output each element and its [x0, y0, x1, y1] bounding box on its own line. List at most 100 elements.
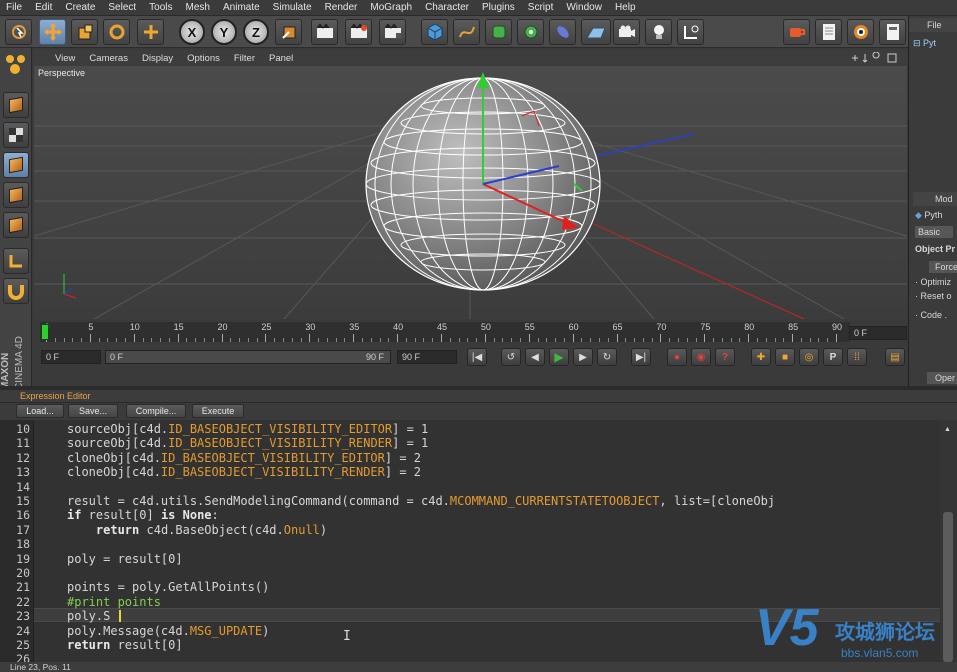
viewport-menu-filter[interactable]: Filter — [234, 53, 255, 64]
viewport-menu-cameras[interactable]: Cameras — [89, 53, 128, 64]
next-frame-icon[interactable]: ▶ — [573, 348, 593, 366]
autokey-icon[interactable]: ◉ — [691, 348, 711, 366]
force-update-button[interactable]: Force — [929, 261, 957, 273]
end-frame-field[interactable]: 90 F — [397, 350, 457, 364]
menu-window[interactable]: Window — [566, 2, 602, 13]
frame-range-slider[interactable]: 0 F 90 F — [105, 350, 391, 364]
menu-tools[interactable]: Tools — [149, 2, 172, 13]
previous-frame-icon[interactable]: ◀ — [525, 348, 545, 366]
timeline-playhead[interactable] — [41, 324, 49, 340]
code-line[interactable]: poly = result[0] — [67, 552, 183, 566]
code-line[interactable]: sourceObj[c4d.ID_BASEOBJECT_VISIBILITY_E… — [67, 422, 428, 436]
viewport-menu-options[interactable]: Options — [187, 53, 220, 64]
x-axis-button[interactable]: X — [179, 19, 205, 45]
edges-mode-icon[interactable] — [3, 182, 29, 208]
rotate-tool-icon[interactable] — [103, 19, 130, 45]
play-icon[interactable]: ▶ — [549, 348, 569, 366]
execute-button[interactable]: Execute — [192, 404, 244, 418]
menu-mograph[interactable]: MoGraph — [370, 2, 412, 13]
reset-option[interactable]: · Reset o — [915, 291, 952, 301]
menu-plugins[interactable]: Plugins — [482, 2, 515, 13]
scale-tool-icon[interactable] — [71, 19, 98, 45]
menu-script[interactable]: Script — [528, 2, 554, 13]
code-line[interactable]: poly.S — [67, 609, 110, 623]
key-rotation-icon[interactable]: ◎ — [799, 348, 819, 366]
spline-pen-icon[interactable] — [453, 19, 480, 45]
viewport-menu-display[interactable]: Display — [142, 53, 173, 64]
light-bulb-icon[interactable] — [645, 19, 672, 45]
key-position-icon[interactable]: ✚ — [751, 348, 771, 366]
code-line[interactable]: #print points — [67, 595, 161, 609]
select-arrow-icon[interactable] — [5, 19, 32, 45]
object-manager-menu-file[interactable]: File — [909, 18, 957, 32]
menu-help[interactable]: Help — [615, 2, 636, 13]
start-frame-field[interactable]: 0 F — [41, 350, 101, 364]
python-object-row[interactable]: ⊟ Pyt — [913, 38, 936, 49]
attributes-mode-tab[interactable]: Mod — [913, 192, 957, 206]
code-line[interactable]: poly.Message(c4d.MSG_UPDATE) — [67, 624, 269, 638]
camera-icon[interactable] — [613, 19, 640, 45]
timeline-window-icon[interactable]: ▤ — [885, 348, 905, 366]
code-line[interactable]: if result[0] is None: — [67, 508, 219, 522]
code-line[interactable]: cloneObj[c4d.ID_BASEOBJECT_VISIBILITY_RE… — [67, 465, 421, 479]
code-line[interactable]: sourceObj[c4d.ID_BASEOBJECT_VISIBILITY_R… — [67, 436, 428, 450]
subdivision-surface-icon[interactable] — [485, 19, 512, 45]
next-key-icon[interactable]: ↻ — [597, 348, 617, 366]
optimize-option[interactable]: · Optimiz — [915, 277, 951, 287]
keyframe-selection-icon[interactable]: ? — [715, 348, 735, 366]
menu-select[interactable]: Select — [108, 2, 136, 13]
deformer-icon[interactable] — [549, 19, 576, 45]
perspective-viewport[interactable]: Perspective — [34, 66, 907, 319]
menu-character[interactable]: Character — [425, 2, 469, 13]
menu-animate[interactable]: Animate — [223, 2, 260, 13]
viewport-nav-icons[interactable] — [848, 52, 900, 64]
key-scale-icon[interactable]: ■ — [775, 348, 795, 366]
basic-tab[interactable]: Basic — [915, 226, 953, 238]
go-to-end-icon[interactable]: ▶| — [631, 348, 651, 366]
python-logo-icon[interactable] — [847, 19, 874, 45]
polygons-mode-icon[interactable] — [3, 212, 29, 238]
scroll-up-icon[interactable]: ▲ — [944, 426, 951, 433]
previous-key-icon[interactable]: ↺ — [501, 348, 521, 366]
timeline-ruler[interactable]: 051015202530354045505560657075808590 — [40, 322, 850, 342]
code-line[interactable]: return c4d.BaseObject(c4d.Onull) — [67, 523, 327, 537]
move-tool-icon[interactable] — [39, 19, 66, 45]
load-button[interactable]: Load... — [16, 404, 64, 418]
notepad-icon[interactable] — [815, 19, 842, 45]
texture-mode-icon[interactable] — [3, 122, 29, 148]
coffee-cup-icon[interactable] — [783, 19, 810, 45]
compile-button[interactable]: Compile... — [126, 404, 186, 418]
save-button[interactable]: Save... — [68, 404, 118, 418]
key-pla-icon[interactable]: ⁞⁞ — [847, 348, 867, 366]
y-axis-button[interactable]: Y — [211, 19, 237, 45]
model-mode-icon[interactable] — [3, 92, 29, 118]
viewport-menu-panel[interactable]: Panel — [269, 53, 293, 64]
code-line[interactable]: points = poly.GetAllPoints() — [67, 580, 269, 594]
coordinate-system-icon[interactable] — [275, 19, 302, 45]
array-cloner-icon[interactable] — [517, 19, 544, 45]
code-option[interactable]: · Code . — [915, 310, 947, 320]
snap-magnet-icon[interactable] — [3, 278, 29, 304]
document-icon[interactable] — [879, 19, 906, 45]
render-settings-icon[interactable] — [379, 19, 406, 45]
code-line[interactable]: cloneObj[c4d.ID_BASEOBJECT_VISIBILITY_ED… — [67, 451, 421, 465]
viewport-menu-view[interactable]: View — [55, 53, 75, 64]
record-icon[interactable]: ● — [667, 348, 687, 366]
go-to-start-icon[interactable]: |◀ — [467, 348, 487, 366]
code-line[interactable]: return result[0] — [67, 638, 183, 652]
z-axis-button[interactable]: Z — [243, 19, 269, 45]
render-picture-viewer-icon[interactable] — [345, 19, 372, 45]
axis-mode-icon[interactable] — [3, 248, 29, 274]
cube-primitive-icon[interactable] — [421, 19, 448, 45]
add-object-icon[interactable] — [137, 19, 164, 45]
key-parameter-icon[interactable]: P — [823, 348, 843, 366]
code-line[interactable]: result = c4d.utils.SendModelingCommand(c… — [67, 494, 775, 508]
menu-mesh[interactable]: Mesh — [186, 2, 210, 13]
menu-render[interactable]: Render — [325, 2, 358, 13]
menu-simulate[interactable]: Simulate — [273, 2, 312, 13]
points-mode-icon[interactable] — [3, 152, 29, 178]
tag-axis-icon[interactable] — [677, 19, 704, 45]
workplane-icon[interactable] — [3, 52, 29, 78]
render-view-icon[interactable] — [311, 19, 338, 45]
open-editor-button[interactable]: Oper — [927, 372, 957, 384]
